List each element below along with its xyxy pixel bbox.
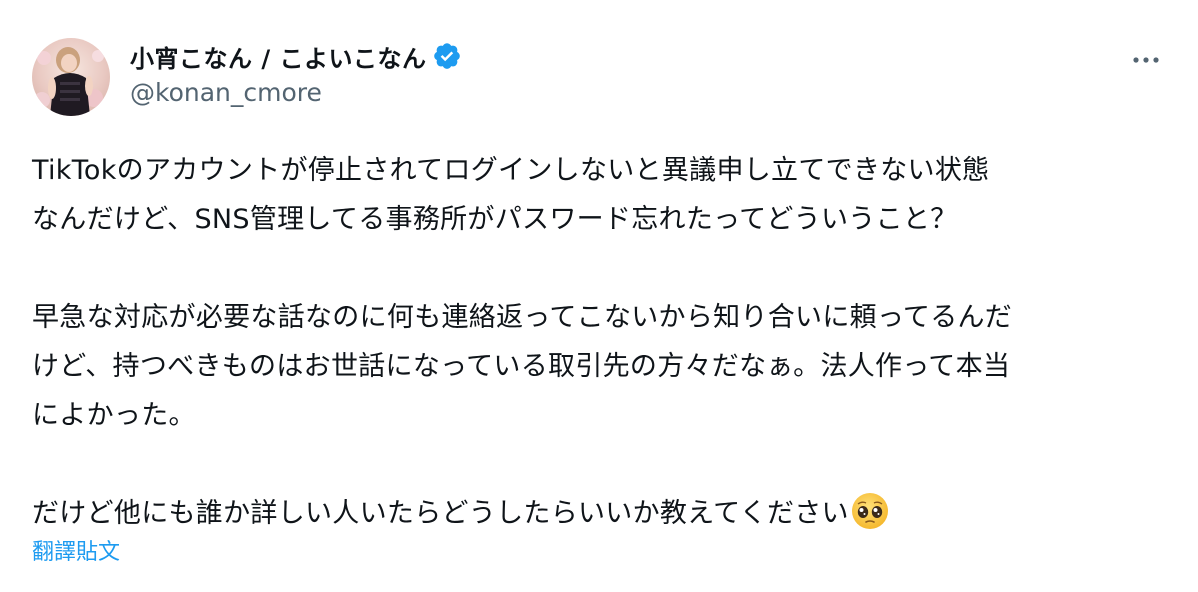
author-names: 小宵こなん / こよいこなん @konan_cmore xyxy=(130,36,462,107)
display-name[interactable]: 小宵こなん / こよいこなん xyxy=(130,39,426,74)
tweet-line: 早急な対応が必要な話なのに何も連絡返ってこないから知り合いに頼ってるんだ xyxy=(32,302,1013,333)
translate-post-link[interactable]: 翻譯貼文 xyxy=(32,534,120,566)
tweet-text: TikTokのアカウントが停止されてログインしないと異議申し立てできない状態 な… xyxy=(32,146,1172,538)
tweet-line: によかった。 xyxy=(32,400,196,431)
tweet-header: 小宵こなん / こよいこなん @konan_cmore xyxy=(32,33,1178,116)
more-options-icon xyxy=(1133,57,1159,63)
verified-badge-icon[interactable] xyxy=(432,41,462,71)
display-name-row: 小宵こなん / こよいこなん xyxy=(130,36,462,76)
avatar-image xyxy=(32,38,110,116)
tweet-line: だけど他にも誰か詳しい人いたらどうしたらいいか教えてください xyxy=(32,498,849,529)
tweet-line: けど、持つべきものはお世話になっている取引先の方々だなぁ。法人作って本当 xyxy=(32,351,1011,382)
pleading-face-emoji xyxy=(850,491,890,531)
tweet-last-line: だけど他にも誰か詳しい人いたらどうしたらいいか教えてください xyxy=(32,489,1172,538)
avatar[interactable] xyxy=(32,38,110,116)
tweet-card: 小宵こなん / こよいこなん @konan_cmore TikTokのアカウント… xyxy=(0,0,1198,592)
more-options-button[interactable] xyxy=(1126,45,1166,75)
tweet-line: TikTokのアカウントが停止されてログインしないと異議申し立てできない状態 xyxy=(32,155,990,186)
tweet-line: なんだけど、SNS管理してる事務所がパスワード忘れたってどういうこと？ xyxy=(32,204,958,235)
author-handle[interactable]: @konan_cmore xyxy=(130,78,462,107)
